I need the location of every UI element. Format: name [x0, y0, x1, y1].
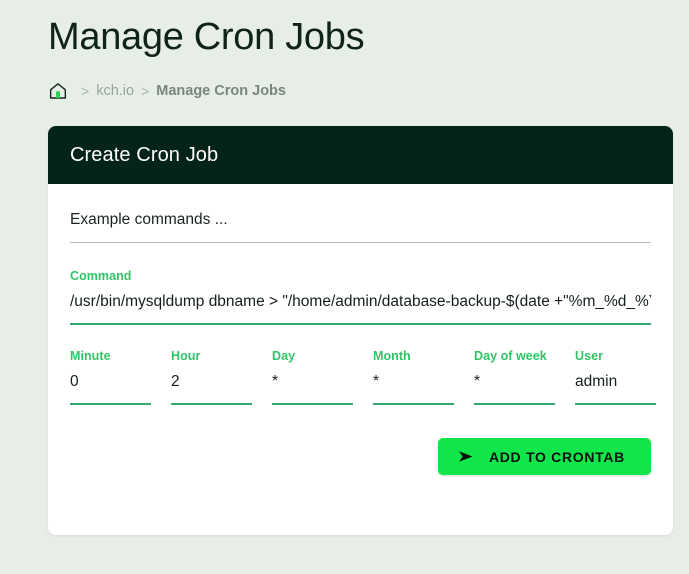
hour-input[interactable]: 2	[171, 372, 252, 392]
day-field[interactable]: Day *	[272, 349, 353, 405]
hour-label: Hour	[171, 349, 252, 363]
breadcrumb-item-current: Manage Cron Jobs	[156, 83, 286, 99]
card-body: Example commands ... Command /usr/bin/my…	[48, 184, 673, 535]
hour-underline	[171, 403, 252, 405]
page-title: Manage Cron Jobs	[48, 12, 364, 62]
day-of-week-label: Day of week	[474, 349, 555, 363]
user-underline	[575, 403, 656, 405]
create-cron-job-card: Create Cron Job Example commands ... Com…	[48, 126, 673, 535]
home-icon[interactable]	[47, 80, 69, 102]
command-input[interactable]: /usr/bin/mysqldump dbname > "/home/admin…	[70, 292, 651, 312]
month-input[interactable]: *	[373, 372, 454, 392]
minute-label: Minute	[70, 349, 151, 363]
example-commands-field[interactable]: Example commands ...	[70, 210, 651, 243]
example-commands-value[interactable]: Example commands ...	[70, 210, 651, 230]
day-input[interactable]: *	[272, 372, 353, 392]
minute-underline	[70, 403, 151, 405]
breadcrumb-separator-2: >	[141, 83, 149, 99]
day-label: Day	[272, 349, 353, 363]
command-label: Command	[70, 269, 651, 283]
minute-field[interactable]: Minute 0	[70, 349, 151, 405]
send-icon	[458, 450, 475, 463]
day-of-week-underline	[474, 403, 555, 405]
user-field[interactable]: User admin	[575, 349, 656, 405]
example-commands-underline	[70, 242, 651, 243]
command-field[interactable]: Command /usr/bin/mysqldump dbname > "/ho…	[70, 269, 651, 325]
hour-field[interactable]: Hour 2	[171, 349, 252, 405]
breadcrumb-separator-1: >	[81, 83, 89, 99]
breadcrumb: > kch.io > Manage Cron Jobs	[47, 79, 286, 103]
minute-input[interactable]: 0	[70, 372, 151, 392]
add-to-crontab-button[interactable]: ADD TO CRONTAB	[438, 438, 651, 475]
user-label: User	[575, 349, 656, 363]
month-underline	[373, 403, 454, 405]
submit-row: ADD TO CRONTAB	[70, 438, 651, 475]
add-to-crontab-label: ADD TO CRONTAB	[489, 449, 625, 465]
day-of-week-input[interactable]: *	[474, 372, 555, 392]
card-header-title: Create Cron Job	[70, 144, 218, 167]
month-field[interactable]: Month *	[373, 349, 454, 405]
month-label: Month	[373, 349, 454, 363]
day-underline	[272, 403, 353, 405]
user-input[interactable]: admin	[575, 372, 656, 392]
card-header: Create Cron Job	[48, 126, 673, 184]
cron-fields-row: Minute 0 Hour 2 Day * Month * Day of wee	[70, 349, 651, 405]
day-of-week-field[interactable]: Day of week *	[474, 349, 555, 405]
breadcrumb-item-kch-io[interactable]: kch.io	[96, 83, 134, 99]
command-underline	[70, 323, 651, 325]
